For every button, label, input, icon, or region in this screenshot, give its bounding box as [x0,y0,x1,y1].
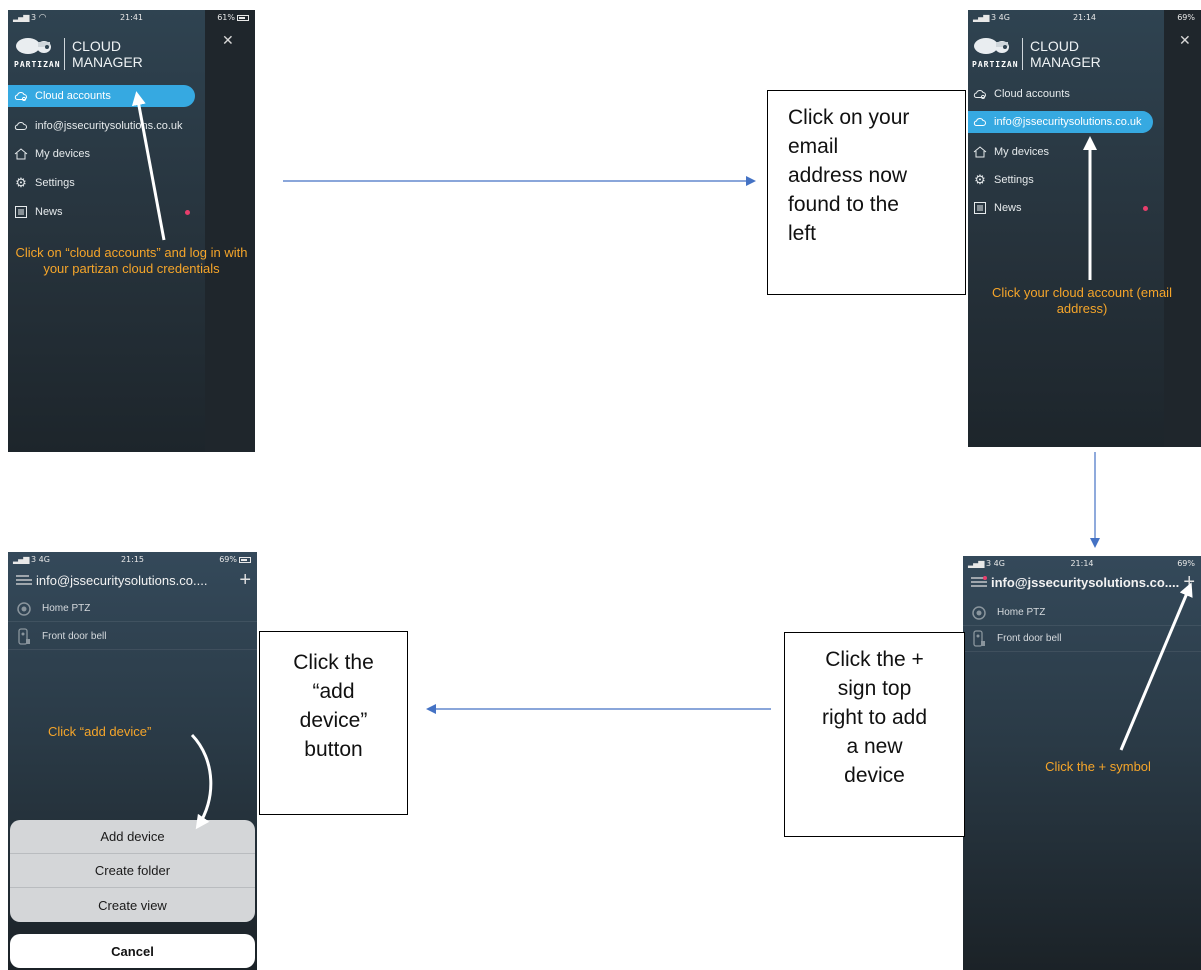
logo-wordmark: PARTIZAN [972,60,1019,69]
background-screen-strip [205,10,255,452]
logo-wordmark: PARTIZAN [14,60,61,69]
device-name: Home PTZ [997,607,1046,618]
add-device-button[interactable]: Add device [10,820,255,854]
instruction-note: Click your cloud account (email address) [992,285,1172,316]
news-icon [972,202,988,214]
menu-label: News [35,206,63,218]
cloud-gear-icon [972,89,988,99]
brand-header: PARTIZAN CLOUD MANAGER [14,34,164,74]
menu-item-settings[interactable]: ⚙ Settings [972,170,1034,190]
menu-item-my-devices[interactable]: My devices [13,144,90,164]
status-bar: ▂▄▆ 3 4G 21:15 69% [8,552,257,568]
menu-label: My devices [994,146,1050,158]
menu-label: News [994,202,1022,214]
callout-click-plus: Click the + sign top right to add a new … [784,632,965,837]
instruction-note: Click the + symbol [1045,759,1151,774]
cloud-gear-icon [13,91,29,101]
account-title: info@jssecuritysolutions.co.... [991,575,1180,590]
app-title: CLOUD MANAGER [72,38,143,70]
ptz-camera-icon [969,605,989,621]
create-folder-button[interactable]: Create folder [10,854,255,888]
add-plus-button[interactable]: + [239,569,251,592]
menu-item-email-account[interactable]: info@jssecuritysolutions.co.uk [968,111,1153,133]
menu-label: info@jssecuritysolutions.co.uk [35,120,183,132]
top-bar: info@jssecuritysolutions.co.... + [963,570,1201,596]
menu-label: Cloud accounts [35,90,111,102]
hamburger-menu-icon[interactable] [16,574,32,586]
screenshot-select-email-account: ✕ ▂▄▆ 3 4G 21:14 69% PARTIZAN CLOUD MANAG… [968,10,1201,447]
hamburger-menu-icon[interactable] [971,576,987,588]
screenshot-add-device-sheet: ▂▄▆ 3 4G 21:15 69% info@jssecuritysoluti… [8,552,257,970]
close-icon[interactable]: ✕ [1179,32,1191,49]
battery-indicator: 69% [1177,559,1195,568]
cancel-button[interactable]: Cancel [10,934,255,968]
background-screen-strip [1164,10,1201,447]
menu-label: Cloud accounts [994,88,1070,100]
cloud-icon [13,121,29,131]
device-name: Home PTZ [42,603,91,614]
callout-click-email: Click on your email address now found to… [767,90,966,295]
instruction-note: Click “add device” [48,724,152,739]
cloud-icon [972,117,988,127]
device-row-front-door-bell[interactable]: Front door bell [8,624,257,650]
menu-label: My devices [35,148,91,160]
status-bar: ▂▄▆ 3 4G 21:14 69% [968,10,1201,26]
menu-item-news[interactable]: News [13,202,63,222]
app-title: CLOUD MANAGER [1030,38,1101,70]
menu-label: info@jssecuritysolutions.co.uk [994,116,1142,128]
device-row-home-ptz[interactable]: Home PTZ [8,596,257,622]
doorbell-icon [969,629,989,648]
menu-item-cloud-accounts[interactable]: Cloud accounts [972,84,1070,104]
home-icon [972,146,988,158]
device-row-home-ptz[interactable]: Home PTZ [963,600,1201,626]
device-name: Front door bell [997,633,1062,644]
device-name: Front door bell [42,631,107,642]
menu-label: Settings [994,174,1034,186]
callout-click-add-device: Click the “add device” button [259,631,408,815]
battery-indicator: 61% [217,13,249,22]
action-sheet: Add device Create folder Create view [10,820,255,922]
status-bar: ▂▄▆ 3 ◠ 21:41 61% [8,10,255,26]
top-bar: info@jssecuritysolutions.co.... + [8,568,257,594]
menu-item-settings[interactable]: ⚙ Settings [13,173,75,193]
close-icon[interactable]: ✕ [222,32,234,49]
gear-icon: ⚙ [974,172,986,187]
instruction-note: Click on “cloud accounts” and log in wit… [15,245,248,276]
add-plus-button[interactable]: + [1183,571,1195,594]
news-unread-badge [1143,206,1148,211]
news-icon [13,206,29,218]
account-title: info@jssecuritysolutions.co.... [36,573,208,588]
battery-indicator: 69% [1177,13,1195,22]
brand-header: PARTIZAN CLOUD MANAGER [972,34,1122,74]
menu-item-my-devices[interactable]: My devices [972,142,1049,162]
news-unread-badge [185,210,190,215]
clock: 21:14 [1072,13,1097,22]
menu-item-news[interactable]: News [972,198,1022,218]
brand-divider [64,38,65,70]
ptz-camera-icon [14,601,34,617]
screenshot-device-list-plus: ▂▄▆ 3 4G 21:14 69% info@jssecuritysoluti… [963,556,1201,970]
device-row-front-door-bell[interactable]: Front door bell [963,626,1201,652]
menu-item-email-account[interactable]: info@jssecuritysolutions.co.uk [13,116,183,136]
home-icon [13,148,29,160]
battery-indicator: 69% [219,555,251,564]
screenshot-cloud-accounts-menu: ✕ ▂▄▆ 3 ◠ 21:41 61% PARTIZAN CLOUD MANAGE… [8,10,255,452]
menu-item-cloud-accounts[interactable]: Cloud accounts [8,85,195,107]
create-view-button[interactable]: Create view [10,888,255,922]
brand-divider [1022,38,1023,70]
doorbell-icon [14,627,34,646]
gear-icon: ⚙ [15,175,27,190]
menu-label: Settings [35,177,75,189]
clock: 21:14 [1070,559,1094,568]
